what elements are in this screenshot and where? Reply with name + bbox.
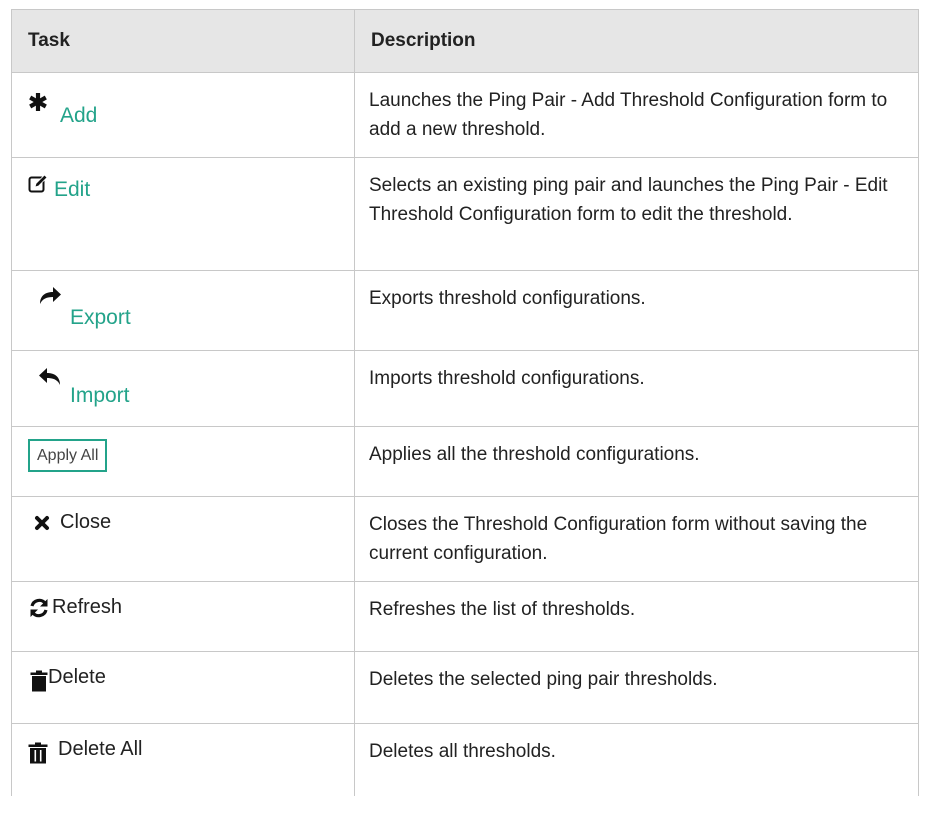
task-cell: Add bbox=[11, 72, 355, 158]
trash-all-icon bbox=[28, 742, 48, 764]
description-cell: Launches the Ping Pair - Add Threshold C… bbox=[354, 72, 919, 158]
description-cell: Deletes all thresholds. bbox=[354, 723, 919, 796]
add-link[interactable]: Add bbox=[60, 104, 97, 128]
task-cell: Close bbox=[11, 496, 355, 582]
table-row: Delete Deletes the selected ping pair th… bbox=[11, 651, 919, 724]
header-description: Description bbox=[354, 9, 919, 73]
description-cell: Selects an existing ping pair and launch… bbox=[354, 157, 919, 271]
edit-icon bbox=[28, 174, 48, 194]
apply-all-button[interactable]: Apply All bbox=[28, 439, 108, 472]
edit-link[interactable]: Edit bbox=[54, 178, 90, 202]
export-link[interactable]: Export bbox=[70, 306, 131, 330]
task-cell: Refresh bbox=[11, 581, 355, 652]
description-cell: Exports threshold configurations. bbox=[354, 270, 919, 351]
task-table: Task Description Add Launches the Ping P… bbox=[11, 9, 919, 796]
refresh-icon bbox=[28, 597, 50, 619]
description-cell: Refreshes the list of thresholds. bbox=[354, 581, 919, 652]
table-row: Edit Selects an existing ping pair and l… bbox=[11, 157, 919, 271]
header-task: Task bbox=[11, 9, 355, 73]
import-link[interactable]: Import bbox=[70, 384, 130, 408]
delete-label[interactable]: Delete bbox=[48, 666, 106, 689]
task-cell: Edit bbox=[11, 157, 355, 271]
refresh-label[interactable]: Refresh bbox=[52, 596, 122, 619]
description-cell: Deletes the selected ping pair threshold… bbox=[354, 651, 919, 724]
description-cell: Imports threshold configurations. bbox=[354, 350, 919, 427]
task-cell: Delete All bbox=[11, 723, 355, 796]
task-cell: Delete bbox=[11, 651, 355, 724]
close-icon bbox=[34, 515, 50, 531]
close-label[interactable]: Close bbox=[60, 511, 111, 534]
description-cell: Closes the Threshold Configuration form … bbox=[354, 496, 919, 582]
task-cell: Export bbox=[11, 270, 355, 351]
table-row: Add Launches the Ping Pair - Add Thresho… bbox=[11, 72, 919, 158]
table-row: Apply All Applies all the threshold conf… bbox=[11, 426, 919, 497]
table-row: Close Closes the Threshold Configuration… bbox=[11, 496, 919, 582]
asterisk-icon bbox=[28, 92, 48, 112]
share-arrow-icon bbox=[38, 286, 62, 306]
task-cell: Apply All bbox=[11, 426, 355, 497]
description-cell: Applies all the threshold configurations… bbox=[354, 426, 919, 497]
task-cell: Import bbox=[11, 350, 355, 427]
table-header-row: Task Description bbox=[11, 9, 919, 73]
trash-icon bbox=[30, 670, 48, 692]
table-row: Export Exports threshold configurations. bbox=[11, 270, 919, 351]
delete-all-label[interactable]: Delete All bbox=[58, 738, 143, 761]
table-row: Delete All Deletes all thresholds. bbox=[11, 723, 919, 796]
reply-arrow-icon bbox=[38, 367, 62, 387]
table-row: Refresh Refreshes the list of thresholds… bbox=[11, 581, 919, 652]
table-row: Import Imports threshold configurations. bbox=[11, 350, 919, 427]
